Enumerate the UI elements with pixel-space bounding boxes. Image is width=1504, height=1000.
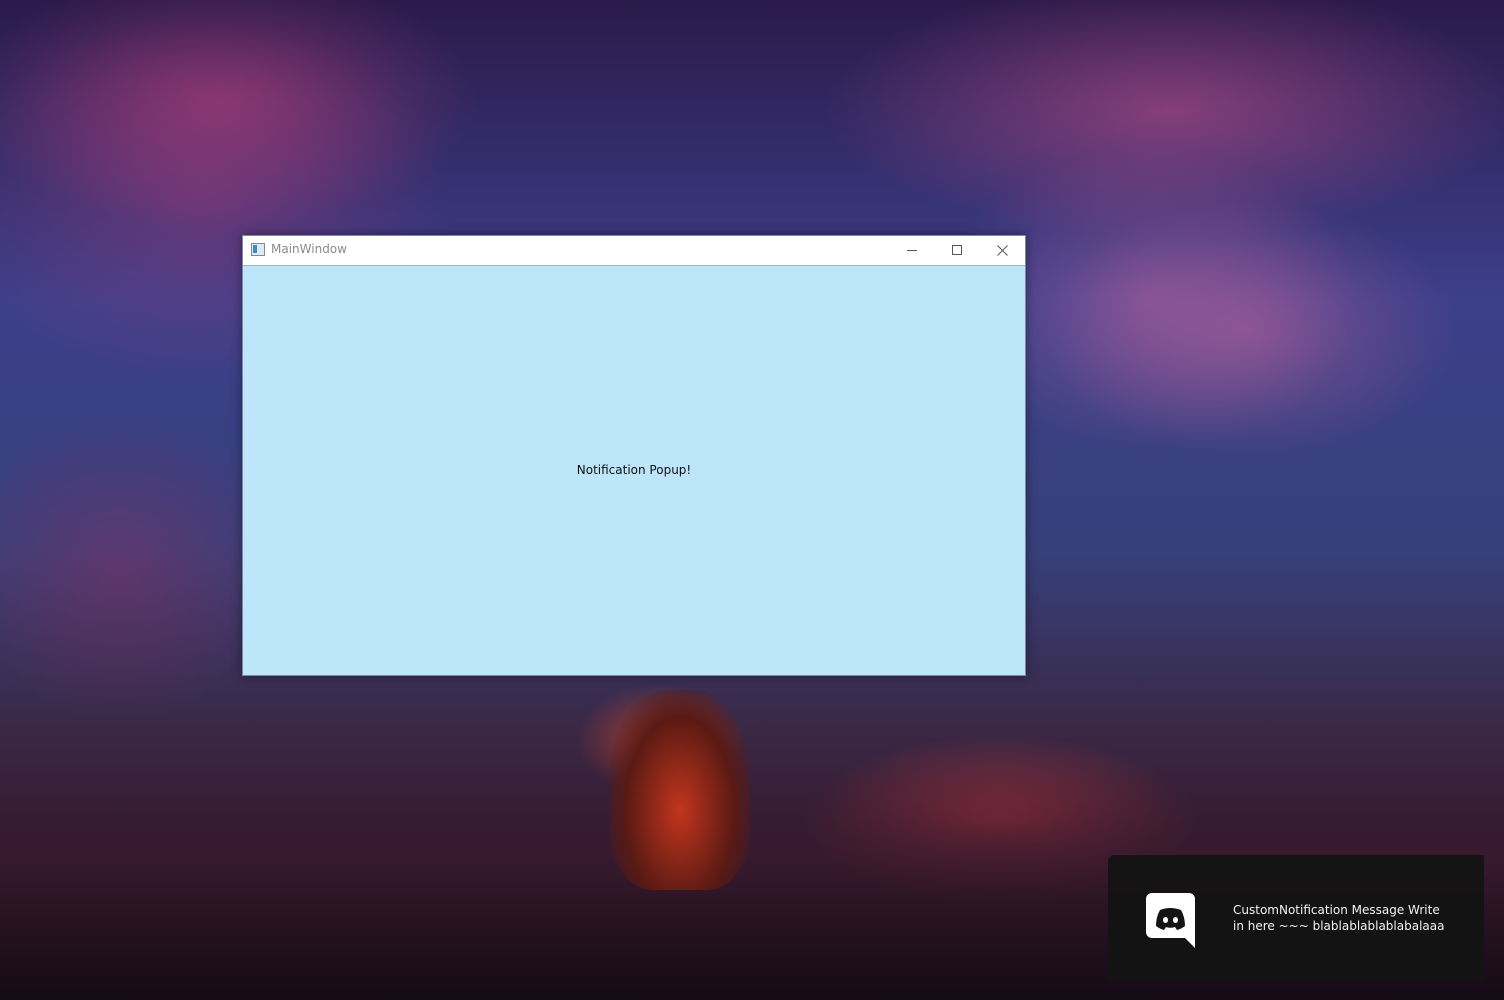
wallpaper-decoration [1040, 200, 1460, 460]
minimize-button[interactable] [890, 236, 935, 265]
wallpaper-decoration [820, 0, 1504, 240]
discord-icon [1146, 893, 1195, 948]
wallpaper-tree-stump [610, 690, 750, 890]
wallpaper-decoration [0, 0, 480, 230]
main-window[interactable]: MainWindow Notification Popup! [242, 235, 1026, 676]
minimize-icon [907, 250, 917, 251]
close-icon [997, 245, 1008, 256]
notification-message: CustomNotification Message Write in here… [1233, 903, 1445, 933]
title-bar[interactable]: MainWindow [243, 236, 1025, 265]
maximize-icon [952, 245, 962, 255]
notification-popup-label: Notification Popup! [576, 463, 692, 477]
window-title: MainWindow [271, 242, 347, 256]
maximize-button[interactable] [935, 236, 980, 265]
desktop: MainWindow Notification Popup! CustomNot… [0, 0, 1504, 1000]
window-client-area: Notification Popup! [243, 265, 1025, 675]
toast-notification[interactable]: CustomNotification Message Write in here… [1108, 855, 1484, 980]
app-window-icon [251, 243, 265, 256]
close-button[interactable] [980, 236, 1025, 265]
